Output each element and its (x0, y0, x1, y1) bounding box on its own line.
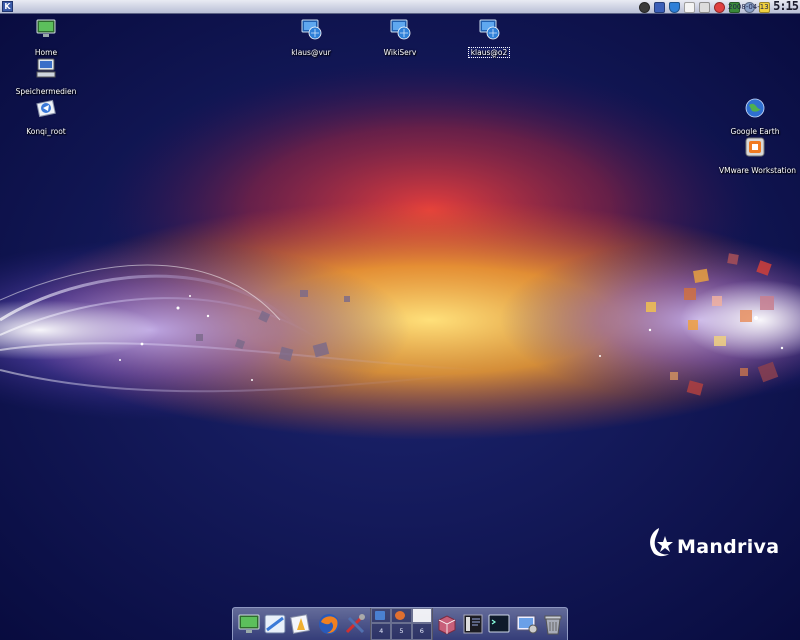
pager-desktop-1[interactable] (371, 608, 392, 623)
mandriva-logo: Mandriva (643, 526, 783, 576)
mail-icon[interactable] (654, 1, 665, 13)
dock-firefox-button[interactable] (317, 612, 341, 636)
computer-icon (35, 57, 57, 79)
dock-home-button[interactable] (237, 612, 261, 636)
network-icon[interactable] (714, 1, 725, 13)
globe-icon (744, 97, 766, 119)
dock-editor-button[interactable] (461, 612, 485, 636)
clock[interactable]: 5:15 (773, 0, 799, 13)
desktop-icon-klaus-o2[interactable]: klaus@o2 (451, 18, 527, 59)
top-panel: K 2008-04-13 5:15 (0, 0, 800, 14)
dock-terminal-button[interactable] (487, 612, 511, 636)
dock-desktop-button[interactable] (263, 612, 287, 636)
tools-icon (345, 614, 365, 634)
terminal-icon (488, 614, 510, 633)
remote-desktop-icon (478, 18, 500, 40)
konqueror-icon (290, 614, 310, 634)
desktop-icon-home[interactable]: Home (8, 18, 84, 59)
desktop-icon-label: VMware Workstation (719, 166, 797, 175)
remote-desktop-icon (389, 18, 411, 40)
audio-icon[interactable] (639, 1, 650, 13)
dock-screenshot-button[interactable] (515, 612, 539, 636)
desktop-icon-klaus-vur[interactable]: klaus@vur (273, 18, 349, 59)
pager-desktop-5[interactable]: 5 (391, 623, 412, 640)
printer-icon[interactable] (699, 1, 710, 13)
pager-desktop-6[interactable]: 6 (411, 623, 432, 640)
dock-tools-button[interactable] (343, 612, 367, 636)
desktop-icon-wikiserv[interactable]: WikiServ (362, 18, 438, 59)
desktop-icon-vmware-workstation[interactable]: VMware Workstation (717, 136, 796, 177)
desktop-icon-label: Speichermedien (15, 87, 77, 96)
desktop-icon-speichermedien[interactable]: Speichermedien (8, 57, 84, 98)
pager-desktop-3[interactable] (411, 608, 432, 623)
desktop-icon-label: Home (34, 48, 58, 57)
bottom-dock: 4 5 6 (232, 607, 568, 640)
desktop-icon-konqi-root[interactable]: Konqi_root (8, 97, 84, 138)
dock-trash-button[interactable] (541, 612, 565, 636)
brand-name: Mandriva (677, 536, 780, 558)
virtual-desktop-pager: 4 5 6 (370, 608, 433, 640)
konqueror-icon (35, 97, 57, 119)
desktop-icon-label: klaus@o2 (467, 47, 511, 58)
home-monitor-icon (35, 18, 57, 40)
desktop-icon (264, 614, 286, 634)
trash-icon (544, 615, 562, 635)
dock-konqueror-button[interactable] (289, 612, 313, 636)
remote-desktop-icon (300, 18, 322, 40)
clipboard-icon[interactable] (684, 1, 695, 13)
star-icon (650, 528, 673, 557)
shield-icon[interactable] (669, 1, 680, 13)
home-monitor-icon (238, 614, 260, 633)
kde-menu-icon[interactable]: K (2, 1, 13, 12)
pager-desktop-4[interactable]: 4 (371, 623, 392, 640)
desktop-icon-label: WikiServ (383, 48, 417, 57)
pager-desktop-2[interactable] (391, 608, 412, 623)
desktop-icon-label: klaus@vur (291, 48, 331, 57)
desktop-icon-label: Google Earth (730, 127, 780, 136)
editor-icon (463, 614, 483, 634)
desktop-icon-label: Konqi_root (26, 127, 66, 136)
package-icon (438, 615, 456, 635)
date-display[interactable]: 2008-04-13 (728, 1, 769, 13)
vmware-icon (744, 136, 766, 158)
firefox-icon (319, 614, 339, 634)
dock-package-button[interactable] (435, 612, 459, 636)
screenshot-icon (516, 615, 538, 634)
desktop-icon-google-earth[interactable]: Google Earth (717, 97, 793, 138)
